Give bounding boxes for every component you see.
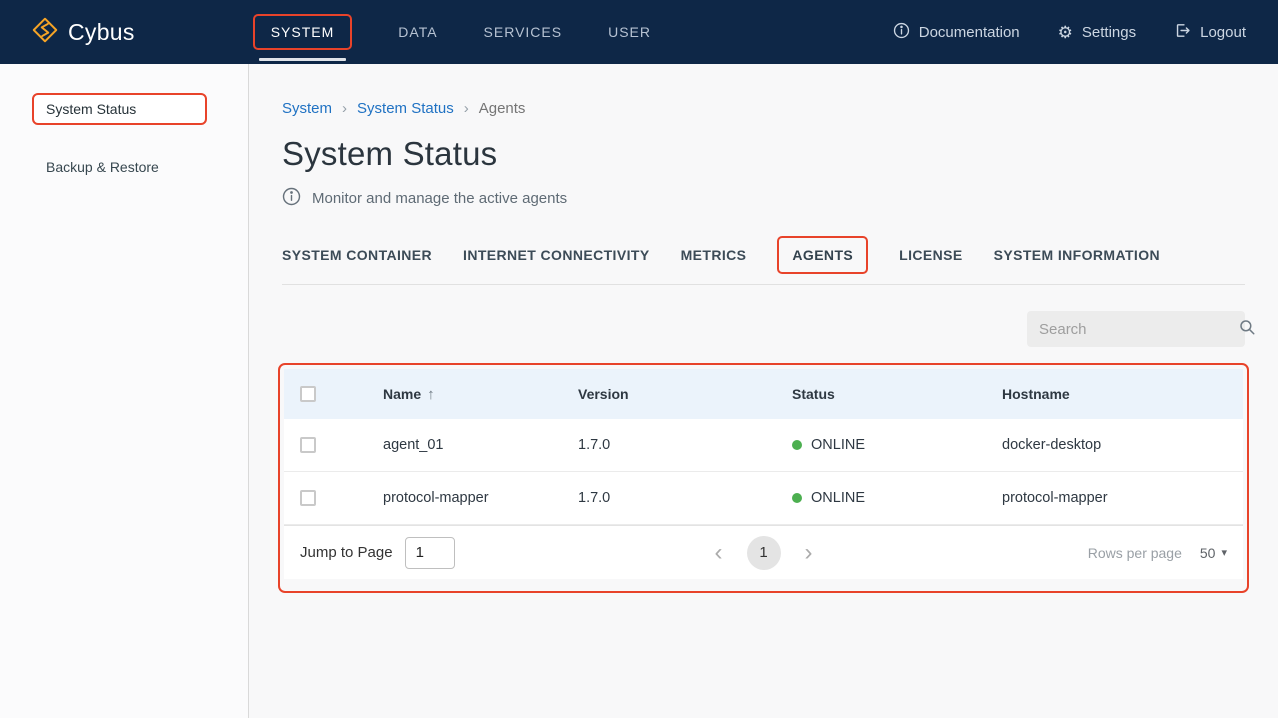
cell-status: ONLINE [792, 490, 1002, 506]
brand-logo[interactable]: Cybus [32, 17, 135, 48]
app-window: Cybus SYSTEM DATA SERVICES USER Doc [0, 0, 1278, 718]
select-all-checkbox[interactable] [300, 386, 316, 402]
tab-license[interactable]: LICENSE [899, 247, 962, 263]
rows-per-page-select[interactable]: Rows per page 50 ▾ [813, 545, 1228, 561]
previous-page-icon[interactable]: ‹ [715, 541, 723, 565]
header-checkbox-cell [284, 386, 383, 402]
page-title: System Status [282, 135, 1245, 173]
cell-name: protocol-mapper [383, 490, 578, 506]
jump-to-page-label: Jump to Page [300, 544, 393, 561]
nav-item-data[interactable]: DATA [398, 24, 437, 40]
row-checkbox-cell [284, 490, 383, 506]
cell-version: 1.7.0 [578, 437, 792, 453]
brand-name: Cybus [68, 19, 135, 46]
cell-version: 1.7.0 [578, 490, 792, 506]
page-subtitle: Monitor and manage the active agents [312, 190, 567, 207]
documentation-label: Documentation [919, 24, 1020, 41]
row-checkbox[interactable] [300, 490, 316, 506]
jump-to-page-input[interactable] [405, 537, 455, 569]
settings-label: Settings [1082, 24, 1136, 41]
main-content: System › System Status › Agents System S… [249, 64, 1278, 718]
tab-agents[interactable]: AGENTS [777, 236, 868, 274]
logout-icon [1174, 22, 1191, 43]
column-header-version: Version [578, 386, 792, 402]
status-online-dot [792, 440, 802, 450]
column-header-name[interactable]: Name ↑ [383, 386, 578, 403]
cell-name: agent_01 [383, 437, 578, 453]
rows-per-page-label: Rows per page [1088, 545, 1182, 561]
row-checkbox-cell [284, 437, 383, 453]
settings-link[interactable]: ⚙ Settings [1058, 24, 1136, 41]
nav-item-system[interactable]: SYSTEM [253, 14, 353, 50]
breadcrumb-separator-icon: › [342, 100, 347, 117]
next-page-icon[interactable]: › [805, 541, 813, 565]
breadcrumb-system[interactable]: System [282, 100, 332, 117]
tab-bar: SYSTEM CONTAINER INTERNET CONNECTIVITY M… [282, 236, 1245, 274]
search-row [282, 311, 1245, 347]
cell-status: ONLINE [792, 437, 1002, 453]
table-footer: Jump to Page ‹ 1 › Rows per page 50 ▾ [284, 525, 1243, 579]
search-input[interactable] [1039, 321, 1238, 338]
status-badge: ONLINE [811, 437, 865, 453]
nav-item-system-label: SYSTEM [271, 24, 335, 40]
top-navbar: Cybus SYSTEM DATA SERVICES USER Doc [0, 0, 1278, 64]
nav-item-user[interactable]: USER [608, 24, 651, 40]
nav-item-services[interactable]: SERVICES [484, 24, 563, 40]
search-icon[interactable] [1238, 318, 1256, 341]
logout-label: Logout [1200, 24, 1246, 41]
sort-asc-icon: ↑ [427, 386, 435, 403]
search-box [1027, 311, 1245, 347]
primary-nav: SYSTEM DATA SERVICES USER [253, 14, 651, 50]
navbar-utilities: Documentation ⚙ Settings Logout [893, 22, 1246, 43]
column-header-name-label: Name [383, 386, 421, 402]
tab-divider [282, 284, 1245, 285]
table-row[interactable]: agent_01 1.7.0 ONLINE docker-desktop [284, 419, 1243, 472]
caret-down-icon: ▾ [1221, 546, 1227, 559]
row-checkbox[interactable] [300, 437, 316, 453]
pager: ‹ 1 › [715, 536, 813, 570]
active-nav-underline [259, 58, 347, 61]
info-icon [282, 187, 301, 210]
table-row[interactable]: protocol-mapper 1.7.0 ONLINE protocol-ma… [284, 472, 1243, 525]
status-online-dot [792, 493, 802, 503]
breadcrumb-system-status[interactable]: System Status [357, 100, 454, 117]
info-icon [893, 22, 910, 43]
cybus-logo-icon [32, 17, 58, 48]
cell-hostname: protocol-mapper [1002, 490, 1243, 506]
breadcrumb-separator-icon: › [464, 100, 469, 117]
sidebar-item-backup-restore[interactable]: Backup & Restore [0, 159, 248, 175]
gear-icon: ⚙ [1058, 24, 1073, 41]
agents-table: Name ↑ Version Status Hostname agent_01 1… [278, 363, 1249, 593]
tab-internet-connectivity[interactable]: INTERNET CONNECTIVITY [463, 247, 650, 263]
jump-to-page: Jump to Page [300, 537, 715, 569]
tab-metrics[interactable]: METRICS [681, 247, 747, 263]
sidebar: System Status Backup & Restore [0, 64, 249, 718]
breadcrumb: System › System Status › Agents [282, 100, 1245, 117]
current-page-button[interactable]: 1 [747, 536, 781, 570]
logout-link[interactable]: Logout [1174, 22, 1246, 43]
documentation-link[interactable]: Documentation [893, 22, 1020, 43]
column-header-status: Status [792, 386, 1002, 402]
table-header-row: Name ↑ Version Status Hostname [284, 369, 1243, 419]
sidebar-item-system-status[interactable]: System Status [32, 93, 207, 125]
column-header-hostname: Hostname [1002, 386, 1243, 402]
cell-hostname: docker-desktop [1002, 437, 1243, 453]
rows-per-page-value: 50 [1200, 545, 1216, 561]
tab-system-information[interactable]: SYSTEM INFORMATION [994, 247, 1160, 263]
page-subtitle-row: Monitor and manage the active agents [282, 187, 1245, 210]
status-badge: ONLINE [811, 490, 865, 506]
breadcrumb-agents: Agents [479, 100, 526, 117]
tab-system-container[interactable]: SYSTEM CONTAINER [282, 247, 432, 263]
